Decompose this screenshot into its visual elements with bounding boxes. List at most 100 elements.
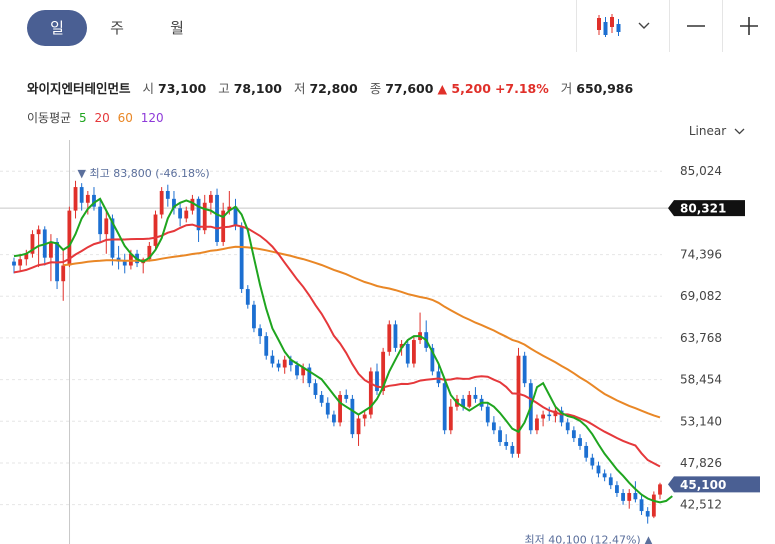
candle-body[interactable]	[658, 484, 662, 495]
candle-body[interactable]	[645, 511, 650, 517]
y-tick-label: 69,082	[680, 289, 722, 303]
candle-body[interactable]	[571, 430, 576, 439]
candle-body[interactable]	[535, 418, 539, 431]
candle-body[interactable]	[467, 394, 472, 407]
candle-body[interactable]	[387, 324, 392, 352]
candle-body[interactable]	[621, 493, 625, 501]
max-annotation: ▼ 최고 83,800 (-46.18%)	[78, 167, 210, 180]
stock-name: 와이지엔터테인먼트	[27, 81, 131, 96]
candle-body[interactable]	[651, 494, 656, 517]
ma-5: 5	[79, 111, 87, 125]
scale-label: Linear	[688, 124, 727, 138]
candle-body[interactable]	[547, 414, 552, 417]
candle-body[interactable]	[79, 187, 84, 203]
candle-body[interactable]	[602, 473, 607, 478]
minus-icon	[687, 25, 705, 27]
candle-body[interactable]	[178, 208, 183, 219]
candle-body[interactable]	[252, 304, 256, 329]
ma-label: 이동평균	[27, 111, 72, 125]
candle-body[interactable]	[184, 210, 189, 219]
candle-body[interactable]	[516, 355, 521, 454]
candle-body[interactable]	[282, 359, 287, 368]
zoom-in-button[interactable]	[722, 0, 775, 52]
candle-body[interactable]	[313, 383, 318, 395]
tab-week[interactable]: 주	[87, 10, 147, 46]
ma-120: 120	[140, 111, 164, 125]
candle-body[interactable]	[18, 259, 23, 266]
candle-body[interactable]	[405, 343, 410, 364]
candle-body[interactable]	[633, 493, 638, 500]
candle-body[interactable]	[442, 383, 447, 431]
candle-body[interactable]	[565, 422, 570, 431]
candle-body[interactable]	[208, 194, 213, 203]
candle-body[interactable]	[498, 430, 502, 443]
close-label: 종	[369, 81, 382, 96]
candlestick-chart[interactable]: 85,024 74,396 69,082 63,768 58,454 53,140 47,8…	[0, 140, 775, 544]
candle-body[interactable]	[104, 218, 109, 235]
candle-body[interactable]	[627, 493, 632, 501]
candle-body[interactable]	[270, 355, 275, 364]
candle-body[interactable]	[12, 261, 16, 266]
candle-body[interactable]	[319, 394, 324, 403]
candle-body[interactable]	[122, 261, 127, 266]
candle-body[interactable]	[350, 398, 355, 435]
candle-body[interactable]	[325, 402, 330, 415]
open-value: 73,100	[158, 81, 207, 96]
high-label: 고	[218, 81, 230, 96]
candle-body[interactable]	[85, 194, 90, 203]
candle-body[interactable]	[258, 328, 263, 337]
candle-body[interactable]	[332, 414, 336, 423]
candle-body[interactable]	[264, 336, 269, 356]
candle-body[interactable]	[473, 394, 478, 399]
candle-body[interactable]	[436, 371, 441, 384]
y-tick-label: 58,454	[680, 373, 722, 387]
candle-body[interactable]	[510, 445, 515, 454]
candle-body[interactable]	[295, 365, 299, 376]
candle-body[interactable]	[522, 355, 527, 384]
y-tick-label: 53,140	[680, 414, 722, 428]
candle-body[interactable]	[245, 289, 250, 305]
candle-body[interactable]	[344, 394, 349, 399]
candle-body[interactable]	[36, 229, 41, 235]
zoom-out-button[interactable]	[669, 0, 722, 52]
low-value: 72,800	[309, 81, 358, 96]
candle-body[interactable]	[578, 438, 582, 446]
tab-day[interactable]: 일	[27, 10, 87, 46]
candle-body[interactable]	[596, 465, 601, 474]
candle-body[interactable]	[615, 485, 619, 494]
candle-body[interactable]	[73, 187, 78, 211]
tab-month[interactable]: 월	[147, 10, 207, 46]
candle-body[interactable]	[362, 414, 367, 419]
y-tick-label: 74,396	[680, 248, 722, 262]
candle-body[interactable]	[393, 324, 398, 348]
candle-body[interactable]	[276, 363, 281, 368]
scale-dropdown[interactable]: Linear	[689, 124, 745, 138]
candle-body[interactable]	[159, 190, 164, 215]
y-tick-label: 85,024	[680, 164, 722, 178]
candle-body[interactable]	[356, 418, 361, 435]
candle-body[interactable]	[153, 214, 158, 246]
chevron-down-icon	[638, 22, 650, 29]
candle-body[interactable]	[584, 445, 589, 458]
candle-body[interactable]	[590, 457, 595, 466]
ma-20: 20	[94, 111, 110, 125]
moving-average-legend: 이동평균 5 20 60 120	[27, 109, 164, 126]
candle-body[interactable]	[338, 394, 342, 423]
candle-body[interactable]	[375, 371, 379, 392]
candle-body[interactable]	[49, 241, 53, 258]
candle-body[interactable]	[98, 206, 103, 235]
candle-body[interactable]	[639, 499, 644, 512]
candle-body[interactable]	[165, 190, 170, 199]
candle-body[interactable]	[239, 226, 244, 290]
candle-body[interactable]	[448, 406, 453, 431]
candle-body[interactable]	[61, 265, 66, 282]
candle-body[interactable]	[411, 340, 416, 364]
chart-type-dropdown[interactable]	[576, 0, 669, 52]
candle-body[interactable]	[608, 477, 613, 486]
candle-body[interactable]	[504, 442, 509, 446]
candle-body[interactable]	[541, 414, 546, 419]
candle-body[interactable]	[215, 194, 219, 242]
chevron-down-icon	[734, 128, 745, 135]
candle-body[interactable]	[485, 406, 490, 423]
candle-body[interactable]	[491, 422, 496, 431]
